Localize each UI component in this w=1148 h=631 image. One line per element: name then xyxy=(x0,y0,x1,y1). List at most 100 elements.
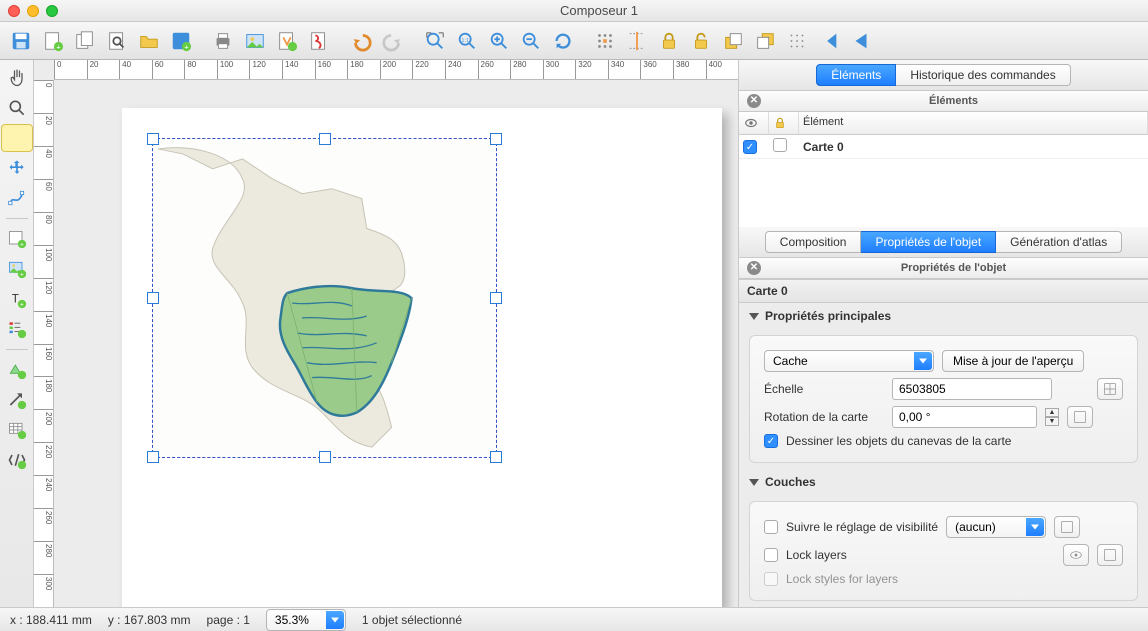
snap-guides-button[interactable] xyxy=(622,26,652,56)
svg-text:T: T xyxy=(11,292,18,305)
export-svg-button[interactable] xyxy=(272,26,302,56)
export-image-button[interactable] xyxy=(240,26,270,56)
left-toolbox: + + T+ xyxy=(0,60,34,607)
status-selection: 1 objet sélectionné xyxy=(362,613,462,627)
svg-text:+: + xyxy=(184,42,188,51)
composer-canvas[interactable]: 0204060801001201401601802002202402602803… xyxy=(34,60,738,607)
resize-handle-s[interactable] xyxy=(319,451,331,463)
preview-mode-select[interactable]: Cache xyxy=(764,350,934,372)
zoom-window-button[interactable] xyxy=(46,5,58,17)
section-header-main-properties[interactable]: Propriétés principales xyxy=(739,303,1148,329)
add-arrow-button[interactable] xyxy=(3,386,31,414)
unlock-button[interactable] xyxy=(686,26,716,56)
add-map-button[interactable]: + xyxy=(3,225,31,253)
raise-button[interactable] xyxy=(718,26,748,56)
save-template-button[interactable]: + xyxy=(166,26,196,56)
select-tool[interactable] xyxy=(1,124,33,152)
snap-grid-button[interactable] xyxy=(590,26,620,56)
elements-panel-header: ✕ Éléments xyxy=(739,91,1148,112)
open-button[interactable] xyxy=(134,26,164,56)
resize-handle-nw[interactable] xyxy=(147,133,159,145)
data-defined-scale-button[interactable] xyxy=(1097,378,1123,400)
add-label-button[interactable]: T+ xyxy=(3,285,31,313)
lock-layers-checkbox[interactable] xyxy=(764,548,778,562)
zoom-in-button[interactable] xyxy=(484,26,514,56)
data-defined-visibility-button[interactable] xyxy=(1054,516,1080,538)
lock-styles-checkbox xyxy=(764,572,778,586)
export-pdf-button[interactable] xyxy=(304,26,334,56)
scale-input[interactable] xyxy=(892,378,1052,400)
data-defined-layers-button[interactable] xyxy=(1097,544,1123,566)
follow-visibility-checkbox[interactable] xyxy=(764,520,778,534)
status-y: y : 167.803 mm xyxy=(108,613,191,627)
map-item-carte-0[interactable] xyxy=(152,138,497,458)
move-content-tool[interactable] xyxy=(3,154,31,182)
tab-elements[interactable]: Éléments xyxy=(816,64,896,86)
zoom-full-button[interactable] xyxy=(420,26,450,56)
redo-button[interactable] xyxy=(378,26,408,56)
add-html-button[interactable] xyxy=(3,446,31,474)
refresh-button[interactable] xyxy=(548,26,578,56)
close-elements-panel-button[interactable]: ✕ xyxy=(747,94,761,108)
resize-handle-se[interactable] xyxy=(490,451,502,463)
main-toolbar: + + 1:1 xyxy=(0,22,1148,60)
follow-visibility-label: Suivre le réglage de visibilité xyxy=(786,520,938,534)
update-preview-button[interactable]: Mise à jour de l'aperçu xyxy=(942,350,1084,372)
pan-tool[interactable] xyxy=(3,64,31,92)
col-lock-icon xyxy=(769,112,799,134)
lock-styles-label: Lock styles for layers xyxy=(786,572,898,586)
tab-command-history[interactable]: Historique des commandes xyxy=(896,64,1070,86)
close-window-button[interactable] xyxy=(8,5,20,17)
atlas-prev-button[interactable] xyxy=(846,26,876,56)
zoom-out-button[interactable] xyxy=(516,26,546,56)
lock-button[interactable] xyxy=(654,26,684,56)
element-row-carte-0[interactable]: Carte 0 xyxy=(739,135,1148,159)
rotation-input[interactable] xyxy=(892,406,1037,428)
section-title: Propriétés principales xyxy=(765,309,891,323)
lower-button[interactable] xyxy=(750,26,780,56)
rotation-spinner[interactable]: ▲▼ xyxy=(1045,408,1059,426)
resize-handle-n[interactable] xyxy=(319,133,331,145)
print-button[interactable] xyxy=(208,26,238,56)
zoom-select[interactable]: 35.3% xyxy=(266,609,346,631)
zoom-100-button[interactable]: 1:1 xyxy=(452,26,482,56)
svg-text:+: + xyxy=(20,302,24,309)
draw-canvas-checkbox[interactable] xyxy=(764,434,778,448)
data-defined-rotation-button[interactable] xyxy=(1067,406,1093,428)
close-properties-panel-button[interactable]: ✕ xyxy=(747,261,761,275)
add-table-button[interactable] xyxy=(3,416,31,444)
svg-text:+: + xyxy=(20,272,24,279)
section-title: Couches xyxy=(765,475,816,489)
elements-panel-title: Éléments xyxy=(767,95,1140,107)
lock-checkbox[interactable] xyxy=(773,138,787,152)
zoom-tool[interactable] xyxy=(3,94,31,122)
atlas-first-button[interactable] xyxy=(814,26,844,56)
ruler-vertical: 0204060801001201401601802002202402602803… xyxy=(34,80,54,607)
tab-atlas[interactable]: Génération d'atlas xyxy=(996,231,1122,253)
add-image-button[interactable]: + xyxy=(3,255,31,283)
node-edit-tool[interactable] xyxy=(3,184,31,212)
follow-visibility-select[interactable]: (aucun) xyxy=(946,516,1046,538)
scale-label: Échelle xyxy=(764,382,884,396)
new-composer-button[interactable]: + xyxy=(38,26,68,56)
composer-page[interactable] xyxy=(122,108,722,607)
set-layers-from-canvas-button[interactable] xyxy=(1063,544,1089,566)
resize-handle-ne[interactable] xyxy=(490,133,502,145)
tab-item-properties[interactable]: Propriétés de l'objet xyxy=(861,231,996,253)
resize-handle-sw[interactable] xyxy=(147,451,159,463)
disclosure-triangle-icon xyxy=(749,479,759,486)
minimize-window-button[interactable] xyxy=(27,5,39,17)
composer-manager-button[interactable] xyxy=(102,26,132,56)
save-button[interactable] xyxy=(6,26,36,56)
align-button[interactable] xyxy=(782,26,812,56)
add-shape-button[interactable] xyxy=(3,356,31,384)
window-titlebar: Composeur 1 xyxy=(0,0,1148,22)
undo-button[interactable] xyxy=(346,26,376,56)
add-legend-button[interactable] xyxy=(3,315,31,343)
resize-handle-w[interactable] xyxy=(147,292,159,304)
section-header-layers[interactable]: Couches xyxy=(739,469,1148,495)
visibility-checkbox[interactable] xyxy=(743,140,757,154)
duplicate-composer-button[interactable] xyxy=(70,26,100,56)
resize-handle-e[interactable] xyxy=(490,292,502,304)
tab-composition[interactable]: Composition xyxy=(765,231,862,253)
